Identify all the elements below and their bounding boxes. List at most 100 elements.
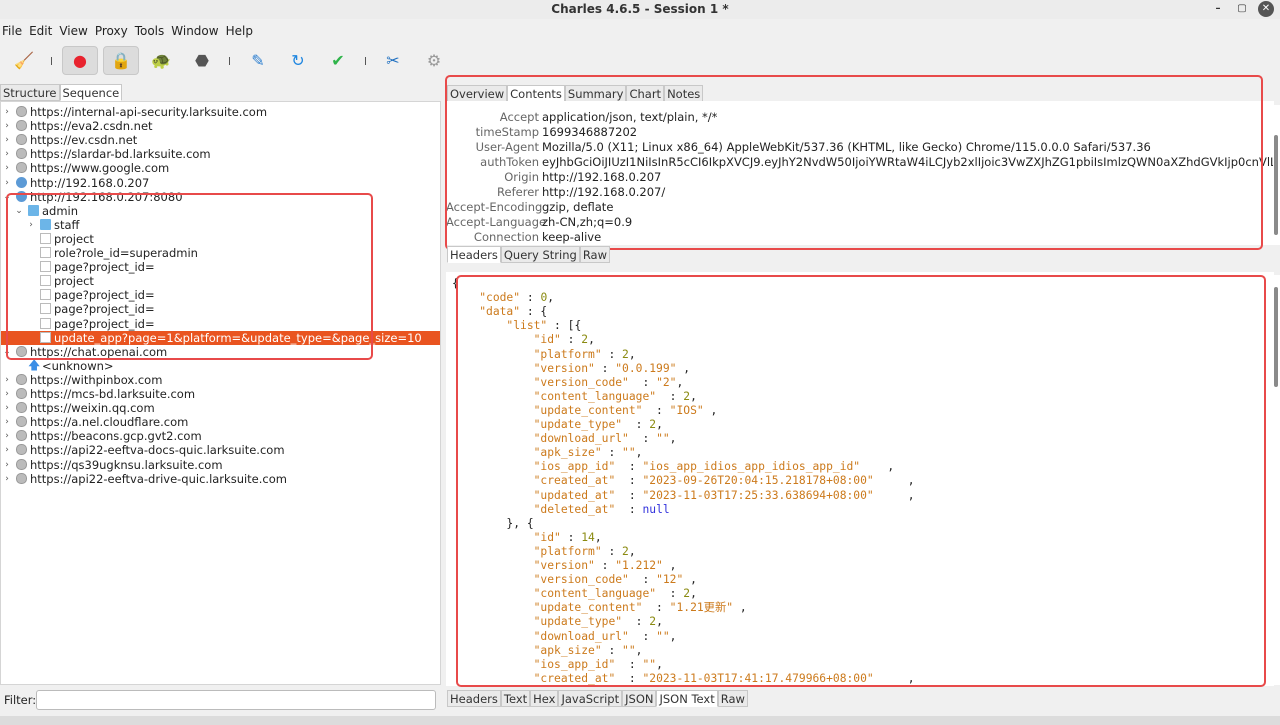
chevron-icon[interactable]: › [2,373,12,387]
chevron-icon[interactable]: › [2,147,12,161]
tab-text[interactable]: Text [500,690,531,707]
tab-json-text[interactable]: JSON Text [656,690,718,707]
tree-item[interactable]: › https://weixin.qq.com [1,401,440,415]
globe-icon [16,190,27,202]
chevron-icon[interactable]: › [2,443,12,457]
tab-hex[interactable]: Hex [530,690,559,707]
json-punct: : [601,643,623,657]
json-scrollbar[interactable] [1273,275,1280,685]
chevron-icon[interactable]: › [26,218,36,232]
json-text-viewer[interactable]: { "code" : 0, "data" : { "list" : [{ "id… [446,272,1274,686]
tab-raw[interactable]: Raw [717,690,748,707]
json-line: "download_url" : "", [452,432,677,446]
tab-contents[interactable]: Contents [507,85,565,102]
tab-chart[interactable]: Chart [626,85,665,102]
tree-item[interactable]: project [1,232,440,246]
chevron-icon[interactable]: › [2,105,12,119]
tree-item[interactable]: › https://api22-eeftva-docs-quic.larksuit… [1,443,440,457]
chevron-icon[interactable]: ⌄ [2,190,12,204]
response-view-tabs: Headers Text Hex JavaScript JSON JSON Text Raw [447,690,748,707]
chevron-icon[interactable]: › [2,387,12,401]
json-punct [452,531,534,544]
json-line: "update_type" : 2, [452,418,663,432]
tree-item[interactable]: › https://www.google.com [1,161,440,175]
tree-item[interactable]: › https://ev.csdn.net [1,133,440,147]
tree-item[interactable]: › https://withpinbox.com [1,373,440,387]
broom-icon[interactable]: 🧹 [6,46,42,75]
breakpoint-stop-icon[interactable]: ⬣ [184,46,220,75]
tree-item[interactable]: project [1,274,440,288]
tab-notes[interactable]: Notes [664,85,704,102]
chevron-icon[interactable]: › [2,429,12,443]
json-punct [452,404,534,417]
tree-item[interactable]: › https://a.nel.cloudflare.com [1,415,440,429]
tab-raw[interactable]: Raw [579,246,611,263]
tree-item-label: page?project_id= [54,288,155,303]
tab-overview[interactable]: Overview [447,85,508,102]
tree-item[interactable]: 🡅 <unknown> [1,359,440,373]
tree-item-label: http://192.168.0.207 [30,175,150,190]
ssl-proxying-lock-icon[interactable]: 🔒 [103,46,139,75]
chevron-icon[interactable]: › [2,119,12,133]
menu-edit[interactable]: Edit [29,22,52,40]
json-key: "updated_at" [533,488,616,502]
tab-structure[interactable]: Structure [0,84,60,101]
tree-item[interactable]: › https://eva2.csdn.net [1,119,440,133]
chevron-icon[interactable]: › [2,161,12,175]
tools-icon[interactable]: ✂ [375,46,411,75]
tab-summary[interactable]: Summary [564,85,627,102]
tree-item[interactable]: page?project_id= [1,302,440,316]
close-icon[interactable]: ✕ [1258,1,1274,17]
compose-pen-icon[interactable]: ✎ [240,46,276,75]
filter-input[interactable] [36,690,436,710]
tree-item[interactable]: › https://internal-api-security.larksuite… [1,105,440,119]
json-punct: : [628,432,657,446]
repeat-refresh-icon[interactable]: ↻ [280,46,316,75]
json-punct: , [669,629,677,643]
tree-item[interactable]: role?role_id=superadmin [1,246,440,260]
settings-gear-icon[interactable]: ⚙ [416,46,452,75]
tree-item[interactable]: ⌄ http://192.168.0.207:8080 [1,190,440,204]
tab-javascript[interactable]: JavaScript [558,690,623,707]
tree-item[interactable]: update_app?page=1&platform=&update_type=… [1,330,440,345]
tree-item[interactable]: page?project_id= [1,260,440,274]
tab-json[interactable]: JSON [622,690,657,707]
tree-item[interactable]: ⌄ https://chat.openai.com [1,345,440,359]
minimize-icon[interactable]: – [1210,1,1226,17]
tree-item[interactable]: page?project_id= [1,317,440,331]
tree-item[interactable]: ⌄ admin [1,204,440,218]
tree-item[interactable]: › https://api22-eeftva-drive-quic.larksui… [1,472,440,486]
tree-item[interactable]: › staff [1,218,440,232]
headers-scrollbar[interactable] [1273,105,1280,245]
menu-file[interactable]: File [2,22,22,40]
chevron-icon[interactable]: ⌄ [2,345,12,359]
chevron-icon[interactable]: › [2,401,12,415]
chevron-icon[interactable]: › [2,458,12,472]
lock-icon [16,106,27,117]
chevron-icon[interactable]: › [2,176,12,190]
tree-item[interactable]: › https://qs39ugknsu.larksuite.com [1,458,440,472]
tree-item[interactable]: › https://mcs-bd.larksuite.com [1,387,440,401]
menu-proxy[interactable]: Proxy [95,22,128,40]
tree-item[interactable]: › http://192.168.0.207 [1,176,440,190]
validate-check-icon[interactable]: ✔ [320,46,356,75]
tree-item[interactable]: page?project_id= [1,288,440,302]
record-icon[interactable]: ● [62,46,98,75]
chevron-icon[interactable]: ⌄ [14,204,24,218]
tab-headers[interactable]: Headers [447,246,501,263]
menu-view[interactable]: View [59,22,87,40]
tree-item-label: role?role_id=superadmin [54,246,198,260]
throttle-turtle-icon[interactable]: 🐢 [143,46,179,75]
tree-item[interactable]: › https://beacons.gcp.gvt2.com [1,429,440,443]
tab-sequence[interactable]: Sequence [59,84,123,101]
chevron-icon[interactable]: › [2,415,12,429]
chevron-icon[interactable]: › [2,133,12,147]
maximize-icon[interactable]: ▢ [1234,1,1250,17]
tab-headers[interactable]: Headers [447,690,501,707]
menu-tools[interactable]: Tools [135,22,165,40]
tab-query-string[interactable]: Query String [500,246,580,263]
menu-window[interactable]: Window [171,22,218,40]
chevron-icon[interactable]: › [2,472,12,486]
menu-help[interactable]: Help [226,22,253,40]
tree-item[interactable]: › https://slardar-bd.larksuite.com [1,147,440,161]
